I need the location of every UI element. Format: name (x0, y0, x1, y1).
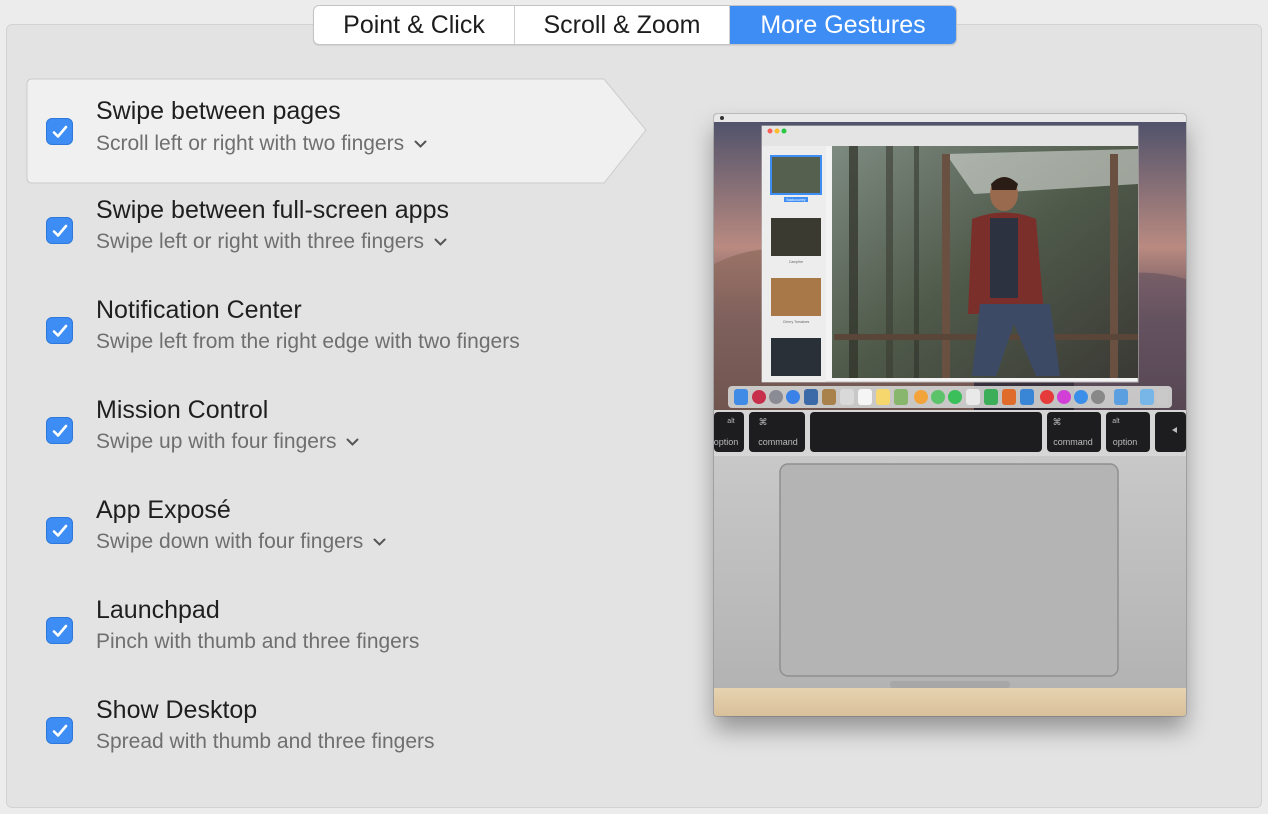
gesture-subtitle: Pinch with thumb and three fingers (96, 630, 420, 653)
chevron-down-icon (414, 140, 427, 148)
gesture-description: Swipe left from the right edge with two … (96, 330, 520, 354)
key-alt-label: alt (727, 418, 734, 425)
checkbox-notification-center[interactable] (46, 317, 73, 344)
checkmark-icon (52, 125, 68, 138)
checkmark-icon (52, 224, 68, 237)
gesture-subtitle: Swipe up with four fingers (96, 430, 337, 453)
gesture-list: Swipe between pages Scroll left or right… (26, 78, 648, 778)
checkbox-launchpad[interactable] (46, 617, 73, 644)
gesture-subtitle: Swipe left or right with three fingers (96, 230, 424, 253)
checkmark-icon (52, 524, 68, 537)
gesture-title: Notification Center (96, 296, 302, 324)
gesture-option-dropdown[interactable]: Swipe down with four fingers (96, 530, 386, 554)
gesture-subtitle: Scroll left or right with two fingers (96, 132, 405, 155)
gesture-row-show-desktop[interactable]: Show Desktop Spread with thumb and three… (26, 678, 648, 778)
gesture-row-swipe-pages[interactable]: Swipe between pages Scroll left or right… (26, 78, 648, 184)
checkmark-icon (52, 424, 68, 437)
command-symbol-icon: ⌘ (759, 418, 768, 428)
key-option-label: option (714, 437, 738, 447)
gesture-title: Launchpad (96, 596, 220, 624)
tab-bar: Point & Click Scroll & Zoom More Gesture… (313, 5, 957, 45)
gesture-subtitle: Swipe down with four fingers (96, 530, 364, 553)
key-alt-label: alt (1112, 418, 1119, 425)
gesture-row-app-expose[interactable]: App Exposé Swipe down with four fingers (26, 478, 648, 578)
key-option-label: option (1113, 437, 1138, 447)
chevron-down-icon (373, 538, 386, 546)
tab-point-click[interactable]: Point & Click (314, 6, 515, 44)
checkmark-icon (52, 724, 68, 737)
checkbox-app-expose[interactable] (46, 517, 73, 544)
gesture-subtitle: Spread with thumb and three fingers (96, 730, 435, 753)
checkbox-swipe-pages[interactable] (46, 118, 73, 145)
thumbnail-label: Campfire (789, 260, 803, 264)
gesture-description: Pinch with thumb and three fingers (96, 630, 419, 654)
gesture-title: Show Desktop (96, 696, 258, 724)
checkmark-icon (52, 324, 68, 337)
key-command-label: command (758, 437, 798, 447)
key-command-label: command (1053, 437, 1093, 447)
checkbox-fullscreen-apps[interactable] (46, 217, 73, 244)
gesture-title: Mission Control (96, 396, 269, 424)
chevron-down-icon (434, 238, 447, 246)
gesture-description: Spread with thumb and three fingers (96, 730, 435, 754)
gesture-row-launchpad[interactable]: Launchpad Pinch with thumb and three fin… (26, 578, 648, 678)
gesture-title: Swipe between full-screen apps (96, 196, 449, 224)
gesture-option-dropdown[interactable]: Swipe up with four fingers (96, 430, 359, 454)
trackpad (779, 463, 1119, 677)
gesture-option-dropdown[interactable]: Swipe left or right with three fingers (96, 230, 447, 254)
thumbnail-label: Cherry Tomatoes (783, 320, 810, 324)
thumbnail-label: Backcountry (786, 198, 806, 202)
tab-scroll-zoom[interactable]: Scroll & Zoom (515, 6, 730, 44)
gesture-row-mission-control[interactable]: Mission Control Swipe up with four finge… (26, 378, 648, 478)
gesture-title: App Exposé (96, 496, 231, 524)
gesture-subtitle: Swipe left from the right edge with two … (96, 330, 520, 353)
gesture-title: Swipe between pages (96, 97, 341, 125)
checkbox-show-desktop[interactable] (46, 717, 73, 744)
checkmark-icon (52, 624, 68, 637)
macbook-illustration: Backcountry Campfire Cherry Tomatoes alt… (714, 114, 1186, 716)
gesture-row-notification-center[interactable]: Notification Center Swipe left from the … (26, 278, 648, 378)
checkbox-mission-control[interactable] (46, 417, 73, 444)
command-symbol-icon: ⌘ (1053, 418, 1062, 428)
gesture-row-fullscreen-apps[interactable]: Swipe between full-screen apps Swipe lef… (26, 178, 648, 278)
chevron-down-icon (346, 438, 359, 446)
gesture-option-dropdown[interactable]: Scroll left or right with two fingers (96, 132, 427, 156)
tab-more-gestures[interactable]: More Gestures (730, 6, 956, 44)
gesture-preview-image: Backcountry Campfire Cherry Tomatoes alt… (714, 114, 1186, 716)
